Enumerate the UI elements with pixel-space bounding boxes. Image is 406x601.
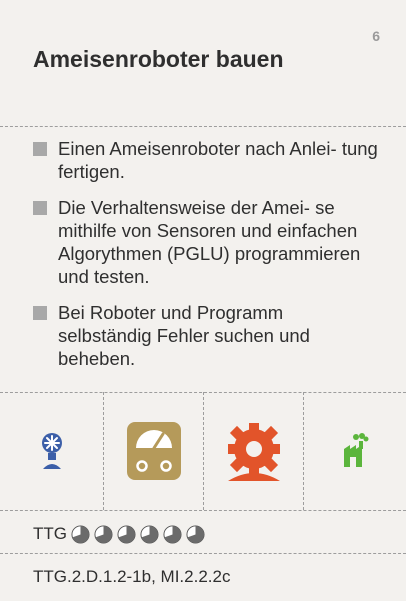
list-item: Die Verhaltensweise der Amei- se mithilf… <box>33 196 378 288</box>
icon-cell-factory <box>304 392 406 510</box>
gauge-meter-icon <box>126 422 181 480</box>
icon-row <box>0 392 406 510</box>
bullet-list: Einen Ameisenroboter nach Anlei- tung fe… <box>33 137 378 383</box>
icon-cell-gear <box>204 392 303 510</box>
factory-icon <box>344 433 369 467</box>
card-number: 6 <box>372 28 380 44</box>
bullet-text: Bei Roboter und Programm selbständig Feh… <box>58 302 310 369</box>
icon-cell-gauge <box>104 392 203 510</box>
bullet-text: Einen Ameisenroboter nach Anlei- tung fe… <box>58 138 378 182</box>
bullet-square-icon <box>33 142 47 156</box>
rating-label: TTG <box>33 524 67 543</box>
rating-pie-icon <box>186 524 205 544</box>
divider-icons-bottom <box>0 510 406 511</box>
list-item: Einen Ameisenroboter nach Anlei- tung fe… <box>33 137 378 183</box>
divider-top <box>0 126 406 127</box>
rating-pie-icon <box>140 524 159 544</box>
bullet-text: Die Verhaltensweise der Amei- se mithilf… <box>58 197 361 287</box>
curriculum-code: TTG.2.D.1.2-1b, MI.2.2.2c <box>33 567 231 586</box>
rating-pie-icon <box>163 524 182 544</box>
lamp-icon <box>41 433 62 469</box>
bullet-square-icon <box>33 306 47 320</box>
card-title: Ameisenroboter bauen <box>33 46 284 72</box>
rating-row: TTG <box>33 524 205 544</box>
rating-pie-icon <box>71 524 90 544</box>
rating-pie-icon <box>117 524 136 544</box>
list-item: Bei Roboter und Programm selbständig Feh… <box>33 301 378 370</box>
icon-cell-lamp <box>0 392 103 510</box>
activity-card: 6 Ameisenroboter bauen Einen Ameisenrobo… <box>0 0 406 601</box>
bullet-square-icon <box>33 201 47 215</box>
gear-icon <box>227 423 280 481</box>
divider-bottom <box>0 553 406 554</box>
rating-indicators <box>71 524 205 544</box>
rating-pie-icon <box>94 524 113 544</box>
